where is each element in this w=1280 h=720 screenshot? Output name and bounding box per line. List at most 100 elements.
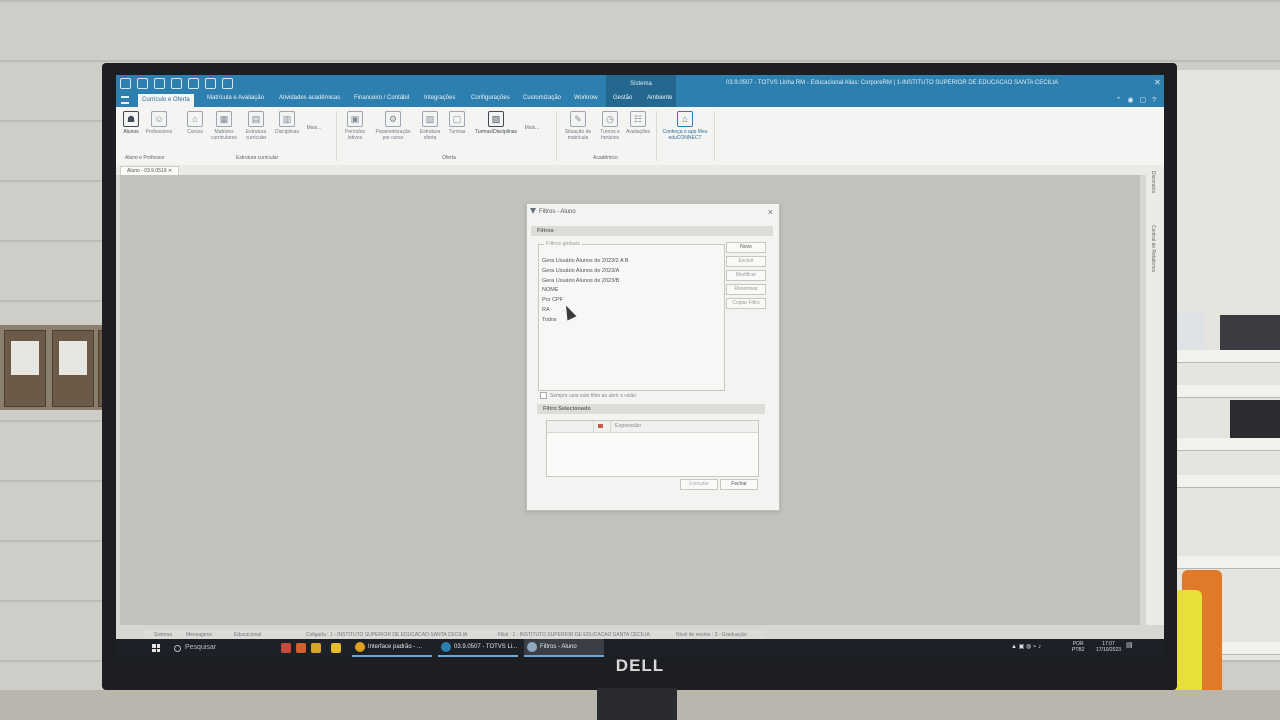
- chrome-icon: [355, 642, 365, 652]
- pinned-app-icon[interactable]: [296, 643, 306, 653]
- filter-list-item[interactable]: NOME: [542, 286, 717, 296]
- tab-curriculo-oferta[interactable]: Currículo e Oferta: [138, 94, 194, 107]
- binder: [4, 330, 46, 407]
- right-side-panel: Dicionário Central de Relatórios: [1146, 165, 1164, 625]
- tab-financeiro-contabil[interactable]: Financeiro / Contábil: [354, 95, 409, 101]
- quick-access-toolbar: [120, 78, 233, 89]
- cursos-button[interactable]: ⌂ Cursos: [182, 111, 208, 135]
- windows-start-icon[interactable]: [152, 644, 160, 652]
- turnos-horarios-button[interactable]: ◷ Turnos e horários: [596, 111, 624, 141]
- tab-integracoes[interactable]: Integrações: [424, 95, 455, 101]
- avaliacoes-button[interactable]: ☷ Avaliações: [624, 111, 652, 135]
- taskbar-app-filtros[interactable]: Filtros - Aluno: [524, 639, 604, 657]
- menu-icon[interactable]: [121, 96, 129, 104]
- window-title: 03.9.0507 - TOTVS Linha RM - Educacional…: [726, 80, 1059, 86]
- document-tab-bar: Aluno - 03.9.0519 ✕: [116, 165, 1164, 177]
- renomear-button[interactable]: Renomear: [726, 284, 766, 295]
- file-explorer-icon[interactable]: [331, 643, 341, 653]
- filter-list-item[interactable]: Gera Usuário Alunos de 2023/B: [542, 277, 717, 287]
- quick-access-icon[interactable]: [222, 78, 233, 89]
- mais-button[interactable]: Mais...: [304, 125, 324, 131]
- taskbar-search[interactable]: Pesquisar: [171, 642, 351, 654]
- dialog-title-bar: Filtros - Aluno ×: [527, 204, 779, 220]
- notifications-icon[interactable]: ▤: [1126, 642, 1133, 649]
- excluir-button[interactable]: Excluir: [726, 256, 766, 267]
- close-icon[interactable]: ×: [768, 204, 773, 220]
- quick-access-icon[interactable]: [154, 78, 165, 89]
- central-relatorios-panel-tab[interactable]: Central de Relatórios: [1150, 225, 1156, 272]
- graduation-cap-icon: ⌂: [677, 111, 693, 127]
- quick-access-icon[interactable]: [120, 78, 131, 89]
- taskbar-app-totvs[interactable]: 03.9.0507 - TOTVS Li...: [438, 639, 518, 657]
- taskbar-app-chrome[interactable]: Interface padrão - ...: [352, 639, 432, 657]
- tab-configuracoes[interactable]: Configurações: [471, 95, 510, 101]
- quick-access-icon[interactable]: [137, 78, 148, 89]
- estrutura-oferta-button[interactable]: ▧ Estrutura oferta: [418, 111, 442, 141]
- quick-access-icon[interactable]: [171, 78, 182, 89]
- taskbar: Pesquisar Interface padrão - ... 03.9.05…: [116, 639, 1164, 657]
- group-label-academico: Acadêmico: [593, 155, 618, 161]
- system-tray-icons[interactable]: ▲ ▣ ◍ ⌁ ♪: [1011, 644, 1041, 650]
- fechar-button[interactable]: Fechar: [720, 479, 758, 490]
- tab-workrow[interactable]: Workrow: [574, 95, 598, 101]
- disciplinas-button[interactable]: ▥ Disciplinas: [272, 111, 302, 135]
- educonnect-button[interactable]: ⌂ Conheça o app Meu eduCONNECT: [658, 111, 712, 141]
- clock-icon: ◷: [602, 111, 618, 127]
- language-indicator[interactable]: POR PTB2: [1072, 641, 1085, 653]
- quick-access-icon[interactable]: [188, 78, 199, 89]
- group-label-aluno-professor: Aluno e Professor: [125, 155, 165, 161]
- turmas-disciplinas-button[interactable]: ▨ Turmas/Disciplinas: [471, 111, 521, 135]
- estrutura-curricular-button[interactable]: ▤ Estrutura curricular: [242, 111, 270, 141]
- novo-button[interactable]: Novo: [726, 242, 766, 253]
- section-filters-header: Filtros: [531, 226, 773, 236]
- group-label-oferta: Oferta: [442, 155, 456, 161]
- quick-access-icon[interactable]: [205, 78, 216, 89]
- checkbox-box[interactable]: [540, 392, 547, 399]
- tab-customizacao[interactable]: Customização: [523, 95, 561, 101]
- window-options-icons[interactable]: ⌃ ◉ ▢ ?: [1116, 96, 1158, 104]
- book-icon: ▥: [279, 111, 295, 127]
- copiar-filtro-button[interactable]: Copiar Filtro: [726, 298, 766, 309]
- offer-icon: ▧: [422, 111, 438, 127]
- pinned-app-icon[interactable]: [311, 643, 321, 653]
- periodos-letivos-button[interactable]: ▣ Períodos letivos: [342, 111, 368, 141]
- structure-icon: ▤: [248, 111, 264, 127]
- monitor-stand: [597, 688, 677, 720]
- clock[interactable]: 17:07 17/10/2023: [1096, 641, 1121, 653]
- enroll-status-icon: ✎: [570, 111, 586, 127]
- tab-ambiente[interactable]: Ambiente: [647, 95, 672, 101]
- section-selected-header: Filtro Selecionado: [537, 404, 765, 414]
- alunos-button[interactable]: ☗ Alunos: [120, 111, 142, 135]
- pinned-app-icon[interactable]: [281, 643, 291, 653]
- class-icon: ▢: [449, 111, 465, 127]
- dicionario-panel-tab[interactable]: Dicionário: [1150, 171, 1156, 193]
- always-use-filter-checkbox[interactable]: Sempre usar este filtro ao abrir a visão: [540, 392, 636, 399]
- executar-button[interactable]: Executar: [680, 479, 718, 490]
- situacao-matricula-button[interactable]: ✎ Situação de matrícula: [562, 111, 594, 141]
- professores-button[interactable]: ☺ Professores: [144, 111, 174, 135]
- global-filters-legend: Filtros globais: [544, 241, 582, 247]
- matrizes-button[interactable]: ▦ Matrizes curriculares: [210, 111, 238, 141]
- mais-button-2[interactable]: Mais...: [522, 125, 542, 131]
- filter-list-item[interactable]: Gera Usuário Alunos de 2023/A: [542, 267, 717, 277]
- modificar-button[interactable]: Modificar: [726, 270, 766, 281]
- binder: [52, 330, 94, 407]
- tab-gestao[interactable]: Gestão: [613, 95, 632, 101]
- screen: Sistema 03.9.0507 - TOTVS Linha RM - Edu…: [116, 75, 1164, 657]
- tab-atividades-academicas[interactable]: Atividades acadêmicas: [279, 95, 340, 101]
- title-bar: Sistema 03.9.0507 - TOTVS Linha RM - Edu…: [116, 75, 1164, 93]
- ribbon: ☗ Alunos ☺ Professores ⌂ Cursos ▦ Matrizes c…: [116, 107, 1164, 166]
- grid-column-expressao: Expressão: [615, 423, 641, 429]
- student-icon: ☗: [123, 111, 139, 127]
- close-icon[interactable]: ✕: [1154, 78, 1161, 88]
- parametrizacao-button[interactable]: ⚙ Parametrização por curso: [372, 111, 414, 141]
- settings-icon: ⚙: [385, 111, 401, 127]
- course-icon: ⌂: [187, 111, 203, 127]
- filter-list-item[interactable]: Gera Usuário Alunos de 2023/2 A B: [542, 257, 717, 267]
- checkbox-label: Sempre usar este filtro ao abrir a visão: [550, 392, 636, 399]
- tab-matricula-avaliacao[interactable]: Matrícula e Avaliação: [207, 95, 264, 101]
- ribbon-tab-row: Currículo e Oferta Matrícula e Avaliação…: [116, 93, 1164, 107]
- lock-icon: [598, 424, 603, 428]
- turmas-button[interactable]: ▢ Turmas: [446, 111, 468, 135]
- filter-icon: [530, 208, 536, 214]
